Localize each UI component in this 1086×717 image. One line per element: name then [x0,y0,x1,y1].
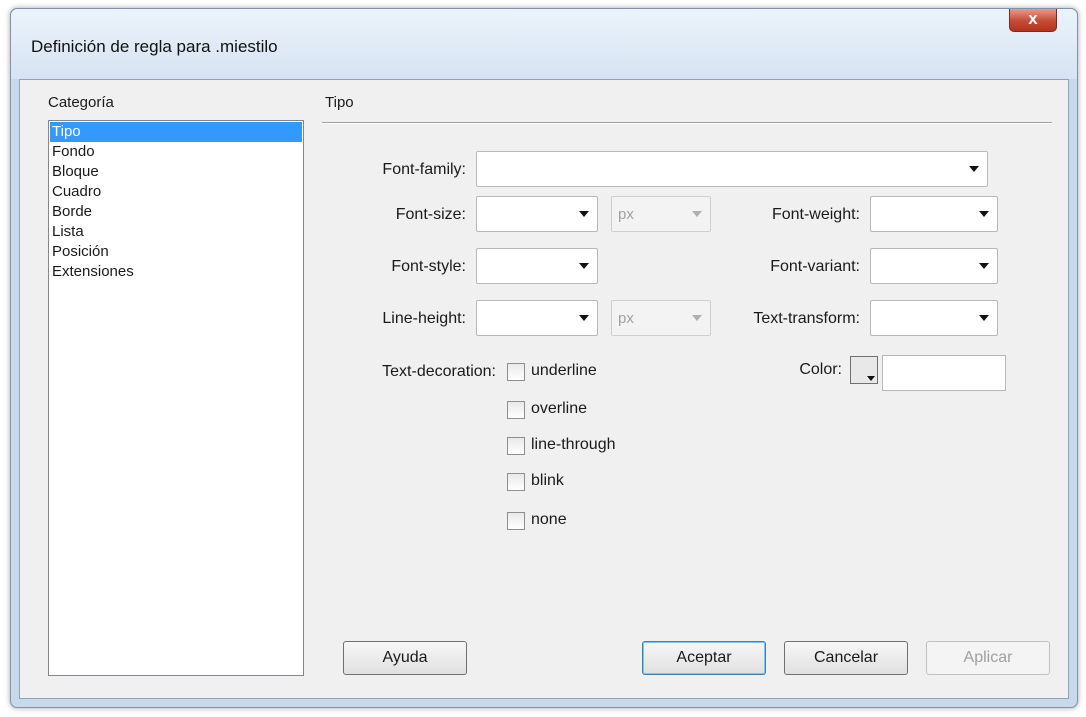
window-title: Definición de regla para .miestilo [31,37,278,56]
chevron-down-icon [579,315,589,321]
font-family-label: Font-family: [382,161,466,178]
none-checkbox[interactable] [507,512,525,530]
font-weight-select[interactable] [870,196,998,232]
overline-checkbox[interactable] [507,401,525,419]
font-style-label: Font-style: [391,258,466,275]
font-size-label: Font-size: [395,206,466,223]
overline-label: overline [531,400,588,417]
section-title: Tipo [325,94,354,111]
line-through-checkbox[interactable] [507,437,525,455]
category-item-bloque[interactable]: Bloque [50,162,302,182]
chevron-down-icon [867,376,875,381]
color-label: Color: [799,361,842,378]
color-input[interactable] [882,355,1006,391]
category-item-tipo[interactable]: Tipo [50,122,302,142]
font-style-select[interactable] [476,248,598,284]
category-item-fondo[interactable]: Fondo [50,142,302,162]
none-label: none [531,511,567,528]
text-transform-select[interactable] [870,300,998,336]
line-height-unit-select: px [611,300,711,336]
category-item-borde[interactable]: Borde [50,202,302,222]
font-variant-select[interactable] [870,248,998,284]
underline-checkbox[interactable] [507,363,525,381]
close-button[interactable]: x [1009,9,1057,32]
title-bar: Definición de regla para .miestilo x [11,9,1077,79]
category-list[interactable]: Tipo Fondo Bloque Cuadro Borde Lista Pos… [48,120,304,676]
category-item-posicion[interactable]: Posición [50,242,302,262]
chevron-down-icon [979,315,989,321]
section-divider [322,122,1052,124]
chevron-down-icon [692,211,702,217]
font-weight-label: Font-weight: [771,206,860,223]
dialog-window: Definición de regla para .miestilo x Cat… [10,8,1078,708]
font-size-unit-select: px [611,196,711,232]
close-icon: x [1028,9,1038,28]
chevron-down-icon [579,263,589,269]
chevron-down-icon [579,211,589,217]
line-through-label: line-through [531,436,616,453]
blink-label: blink [531,472,564,489]
ok-button[interactable]: Aceptar [642,641,766,675]
category-label: Categoría [48,94,114,111]
line-height-unit-value: px [618,310,634,327]
font-size-select[interactable] [476,196,598,232]
apply-button: Aplicar [926,641,1050,675]
underline-label: underline [531,362,597,379]
chevron-down-icon [969,166,979,172]
text-decoration-label: Text-decoration: [382,363,496,380]
text-transform-label: Text-transform: [753,310,860,327]
chevron-down-icon [979,263,989,269]
font-variant-label: Font-variant: [770,258,860,275]
category-item-cuadro[interactable]: Cuadro [50,182,302,202]
line-height-select[interactable] [476,300,598,336]
chevron-down-icon [692,315,702,321]
dialog-body: Categoría Tipo Fondo Bloque Cuadro Borde… [19,79,1069,699]
category-item-extensiones[interactable]: Extensiones [50,262,302,282]
help-button[interactable]: Ayuda [343,641,467,675]
category-item-lista[interactable]: Lista [50,222,302,242]
cancel-button[interactable]: Cancelar [784,641,908,675]
color-swatch-icon[interactable] [850,356,878,384]
font-family-select[interactable] [476,151,988,187]
blink-checkbox[interactable] [507,473,525,491]
chevron-down-icon [979,211,989,217]
line-height-label: Line-height: [382,310,466,327]
font-size-unit-value: px [618,206,634,223]
